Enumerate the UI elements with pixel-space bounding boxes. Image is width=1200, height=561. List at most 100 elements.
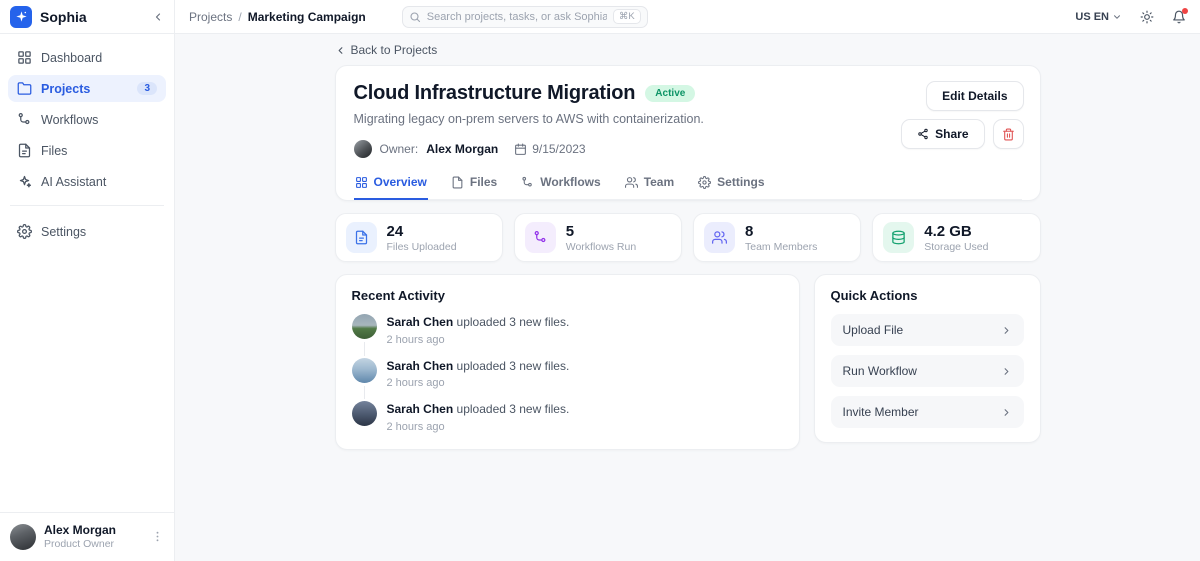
tab-workflows[interactable]: Workflows <box>520 173 601 200</box>
search-box[interactable]: ⌘K <box>402 6 648 28</box>
notifications-button[interactable] <box>1172 10 1186 24</box>
sophia-logo-icon <box>10 6 32 28</box>
chevron-down-icon <box>1112 12 1122 22</box>
activity-time: 2 hours ago <box>387 334 570 346</box>
avatar <box>352 358 377 383</box>
sidebar-item-workflows[interactable]: Workflows <box>8 106 166 133</box>
workflow-icon <box>521 176 534 189</box>
quick-action-label: Invite Member <box>843 405 919 419</box>
main-pane: Projects / Marketing Campaign ⌘K US EN <box>175 0 1200 561</box>
chevron-left-icon <box>152 11 164 23</box>
sidebar: Sophia Dashboard Projects 3 Workflows Fi… <box>0 0 175 561</box>
file-icon <box>451 176 464 189</box>
delete-project-button[interactable] <box>993 119 1024 149</box>
sidebar-item-ai-assistant[interactable]: AI Assistant <box>8 168 166 195</box>
stat-value: 24 <box>387 223 457 241</box>
header-actions: Edit Details Share <box>901 81 1023 149</box>
users-icon <box>625 176 638 189</box>
chevron-right-icon <box>1001 325 1012 336</box>
tab-overview[interactable]: Overview <box>354 173 428 200</box>
chevron-right-icon <box>1001 366 1012 377</box>
list-item: Sarah Chen uploaded 3 new files. 2 hours… <box>352 358 783 402</box>
project-date: 9/15/2023 <box>532 142 585 156</box>
stat-storage-used: 4.2 GB Storage Used <box>872 213 1040 262</box>
run-workflow-button[interactable]: Run Workflow <box>831 355 1024 387</box>
trash-icon <box>1002 128 1015 141</box>
owner-name: Alex Morgan <box>426 142 498 156</box>
project-tabs: Overview Files Workflows Team <box>354 173 1022 200</box>
upload-file-button[interactable]: Upload File <box>831 314 1024 346</box>
activity-action: uploaded 3 new files. <box>457 402 570 416</box>
users-icon <box>712 230 727 245</box>
sun-icon <box>1140 10 1154 24</box>
user-role: Product Owner <box>44 538 143 551</box>
avatar <box>352 401 377 426</box>
sparkles-icon <box>17 174 32 189</box>
recent-activity-panel: Recent Activity Sarah Chen uploaded 3 ne… <box>335 274 800 450</box>
theme-toggle-button[interactable] <box>1140 10 1154 24</box>
list-item: Sarah Chen uploaded 3 new files. 2 hours… <box>352 401 783 435</box>
panel-title: Recent Activity <box>352 288 783 303</box>
tab-team[interactable]: Team <box>624 173 675 200</box>
back-link-label: Back to Projects <box>351 43 438 57</box>
brand-name: Sophia <box>40 9 144 25</box>
user-menu-button[interactable] <box>151 530 164 543</box>
tab-label: Workflows <box>540 175 600 189</box>
search-input[interactable] <box>427 11 607 23</box>
share-button[interactable]: Share <box>901 119 984 149</box>
avatar <box>352 314 377 339</box>
sidebar-item-label: Files <box>41 144 157 158</box>
folder-icon <box>17 81 32 96</box>
panel-title: Quick Actions <box>831 288 1024 303</box>
stat-team-members: 8 Team Members <box>693 213 861 262</box>
gear-icon <box>17 224 32 239</box>
file-icon <box>17 143 32 158</box>
bottom-row: Recent Activity Sarah Chen uploaded 3 ne… <box>335 274 1041 450</box>
activity-actor: Sarah Chen <box>387 402 454 416</box>
quick-action-label: Run Workflow <box>843 364 917 378</box>
user-name: Alex Morgan <box>44 523 143 538</box>
projects-count-badge: 3 <box>137 82 157 95</box>
chevron-right-icon <box>1001 407 1012 418</box>
search-icon <box>409 11 421 23</box>
sidebar-item-dashboard[interactable]: Dashboard <box>8 44 166 71</box>
stat-label: Files Uploaded <box>387 241 457 253</box>
tab-files[interactable]: Files <box>450 173 498 200</box>
sidebar-item-files[interactable]: Files <box>8 137 166 164</box>
tab-label: Overview <box>374 175 427 189</box>
file-icon <box>354 230 369 245</box>
breadcrumb-parent[interactable]: Projects <box>189 10 232 24</box>
stat-value: 4.2 GB <box>924 223 988 241</box>
stat-label: Team Members <box>745 241 817 253</box>
locale-selector[interactable]: US EN <box>1075 11 1122 23</box>
breadcrumb: Projects / Marketing Campaign <box>189 10 366 24</box>
kebab-icon <box>151 530 164 543</box>
tab-label: Files <box>470 175 497 189</box>
sidebar-header: Sophia <box>0 0 174 34</box>
topbar: Projects / Marketing Campaign ⌘K US EN <box>175 0 1200 34</box>
sidebar-item-label: Dashboard <box>41 51 157 65</box>
back-to-projects-link[interactable]: Back to Projects <box>335 43 438 57</box>
invite-member-button[interactable]: Invite Member <box>831 396 1024 428</box>
dashboard-icon <box>17 50 32 65</box>
sidebar-item-settings[interactable]: Settings <box>8 218 166 245</box>
stat-files-uploaded: 24 Files Uploaded <box>335 213 503 262</box>
chevron-left-icon <box>335 45 346 56</box>
sidebar-item-label: Projects <box>41 82 128 96</box>
edit-details-button[interactable]: Edit Details <box>926 81 1023 111</box>
owner-avatar <box>354 140 372 158</box>
app-window: Sophia Dashboard Projects 3 Workflows Fi… <box>0 0 1200 561</box>
sidebar-item-label: Workflows <box>41 113 157 127</box>
page-title: Cloud Infrastructure Migration <box>354 82 636 105</box>
sidebar-collapse-button[interactable] <box>152 11 164 23</box>
locale-label: US EN <box>1075 11 1109 23</box>
tab-settings[interactable]: Settings <box>697 173 765 200</box>
list-item: Sarah Chen uploaded 3 new files. 2 hours… <box>352 314 783 358</box>
sidebar-item-label: AI Assistant <box>41 175 157 189</box>
sidebar-user: Alex Morgan Product Owner <box>0 512 174 561</box>
tab-label: Settings <box>717 175 764 189</box>
activity-time: 2 hours ago <box>387 421 570 433</box>
share-icon <box>917 128 929 140</box>
gear-icon <box>698 176 711 189</box>
sidebar-item-projects[interactable]: Projects 3 <box>8 75 166 102</box>
